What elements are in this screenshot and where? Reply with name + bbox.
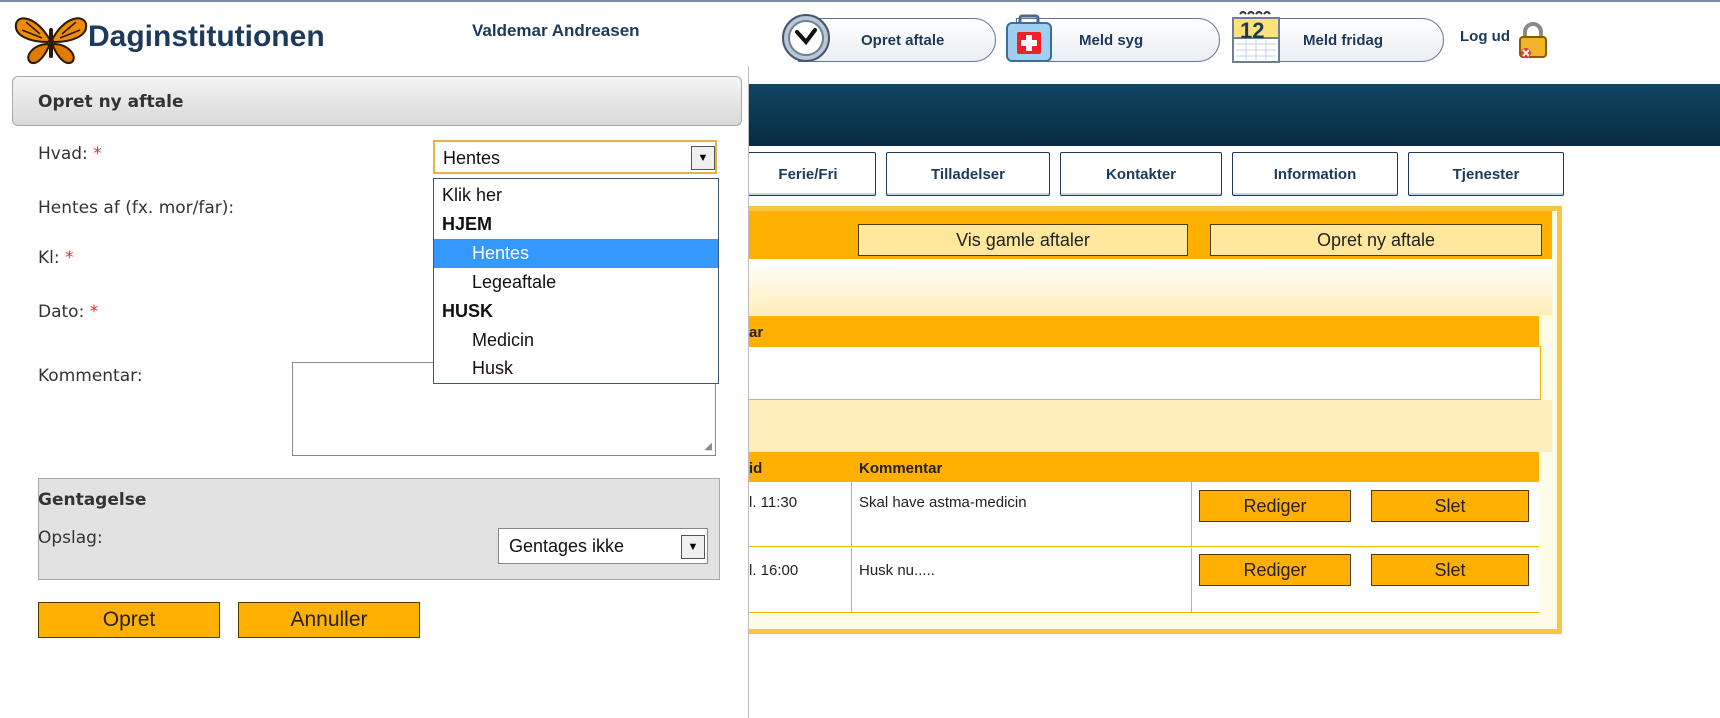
option-legeaftale[interactable]: Legeaftale [434, 268, 718, 297]
opslag-select-value: Gentages ikke [509, 536, 625, 556]
required-marker: * [93, 144, 102, 164]
hvad-label: Hvad: * [38, 144, 102, 164]
chevron-down-icon[interactable]: ▼ [691, 146, 715, 170]
slet-button[interactable]: Slet [1371, 490, 1529, 522]
opslag-label: Opslag: [38, 528, 103, 548]
hvad-dropdown-list: Klik her HJEM Hentes Legeaftale HUSK Med… [433, 178, 719, 384]
column-header-kommentar: Kommentar [859, 460, 943, 477]
hvad-select[interactable]: Hentes ▼ [433, 140, 717, 174]
kl-label: Kl: * [38, 248, 74, 268]
tab-kontakter[interactable]: Kontakter [1060, 152, 1222, 196]
dialog-title: Opret ny aftale [38, 92, 184, 112]
opret-button[interactable]: Opret [38, 602, 220, 638]
hvad-label-text: Hvad: [38, 144, 88, 164]
required-marker: * [65, 248, 74, 268]
section-header-label: ar [749, 324, 764, 341]
first-aid-icon [1004, 12, 1054, 69]
logout-link[interactable]: Log ud [1460, 28, 1510, 45]
hvad-select-value: Hentes [443, 148, 501, 168]
empty-section [745, 346, 1541, 400]
slet-button[interactable]: Slet [1371, 554, 1529, 586]
chevron-down-icon[interactable]: ▼ [681, 535, 705, 559]
section-spacer [745, 400, 1552, 452]
optgroup-husk: HUSK [442, 301, 494, 321]
padlock-icon[interactable] [1516, 20, 1550, 65]
tab-ferie-fri[interactable]: Ferie/Fri [740, 152, 876, 196]
meld-fridag-label: Meld fridag [1303, 31, 1384, 49]
option-husk[interactable]: Husk [434, 354, 718, 383]
butterfly-logo-icon [14, 14, 88, 66]
dato-label: Dato: * [38, 302, 98, 322]
row-comment: Skal have astma-medicin [859, 494, 1027, 511]
option-hentes[interactable]: Hentes [434, 239, 718, 268]
tab-tjenester[interactable]: Tjenester [1408, 152, 1564, 196]
resize-grip-icon[interactable]: ◢ [704, 441, 712, 452]
row-comment: Husk nu..... [859, 562, 935, 579]
opslag-select[interactable]: Gentages ikke ▼ [498, 528, 708, 564]
required-marker: * [89, 302, 99, 322]
rediger-button[interactable]: Rediger [1199, 554, 1351, 586]
meld-syg-label: Meld syg [1079, 31, 1144, 49]
calendar-day: 12 [1240, 18, 1265, 43]
navigation-band [748, 84, 1720, 146]
user-name: Valdemar Andreasen [472, 21, 640, 40]
opret-ny-aftale-button[interactable]: Opret ny aftale [1210, 224, 1542, 256]
section-header: ar [745, 316, 1539, 346]
logout-label: Log ud [1460, 28, 1510, 45]
rediger-button[interactable]: Rediger [1199, 490, 1351, 522]
row-time: l. 11:30 [749, 494, 798, 511]
tab-information[interactable]: Information [1232, 152, 1398, 196]
vis-gamle-aftaler-button[interactable]: Vis gamle aftaler [858, 224, 1188, 256]
calendar-icon: 12 [1230, 10, 1282, 64]
opret-aftale-label: Opret aftale [861, 31, 945, 49]
annuller-button[interactable]: Annuller [238, 602, 420, 638]
section-spacer [745, 259, 1552, 315]
hentes-af-label: Hentes af (fx. mor/far): [38, 198, 235, 218]
clock-icon [780, 12, 832, 69]
table-row: l. 16:00 Husk nu..... Rediger Slet [745, 548, 1539, 613]
dato-label-text: Dato: [38, 302, 85, 322]
app-title[interactable]: Daginstitutionen [88, 20, 325, 54]
row-time: l. 16:00 [749, 562, 799, 579]
optgroup-hjem: HJEM [442, 214, 493, 234]
option-medicin[interactable]: Medicin [434, 326, 718, 355]
table-row: l. 11:30 Skal have astma-medicin Rediger… [745, 482, 1539, 547]
top-border [0, 0, 1720, 2]
kommentar-label: Kommentar: [38, 366, 143, 386]
table-header: id Kommentar [745, 452, 1539, 482]
kl-label-text: Kl: [38, 248, 60, 268]
tab-tilladelser[interactable]: Tilladelser [886, 152, 1050, 196]
column-header-tid: id [749, 460, 763, 477]
option-klik-her[interactable]: Klik her [434, 181, 718, 210]
gentagelse-title: Gentagelse [38, 490, 147, 510]
